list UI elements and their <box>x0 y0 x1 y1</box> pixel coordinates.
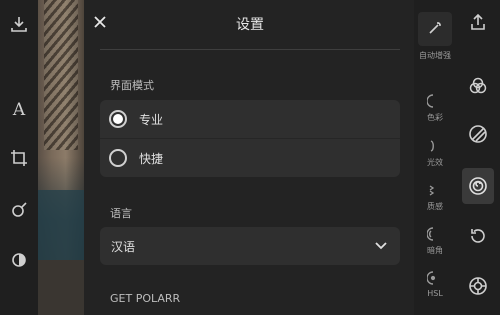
dialog-title: 设置 <box>236 17 264 33</box>
language-value: 汉语 <box>111 240 136 254</box>
photo-preview <box>38 0 84 315</box>
tool-color[interactable]: 色彩 <box>414 93 456 123</box>
get-polarr-heading: GET POLARR <box>110 292 181 305</box>
chevron-down-icon <box>375 242 387 250</box>
display-mode-group: 专业 快捷 <box>100 100 400 177</box>
header-divider <box>100 49 400 50</box>
tool-light[interactable]: 光效 <box>414 138 456 168</box>
display-mode-quick[interactable]: 快捷 <box>100 139 400 177</box>
close-icon <box>94 16 106 28</box>
language-select[interactable]: 汉语 <box>100 227 400 265</box>
adjust-icon[interactable] <box>468 124 488 144</box>
language-label: 语言 <box>110 207 132 220</box>
tool-label: 光效 <box>427 158 443 167</box>
local-adjust-icon[interactable] <box>468 176 488 196</box>
magic-wand-icon <box>429 22 441 34</box>
crop-icon[interactable] <box>9 148 29 168</box>
vignette-icon <box>427 227 434 241</box>
option-label: 快捷 <box>139 151 164 166</box>
display-mode-label: 界面模式 <box>110 79 154 92</box>
radio-selected-icon[interactable] <box>109 110 127 128</box>
tool-hsl[interactable]: HSL <box>414 270 456 298</box>
tool-label: HSL <box>427 289 443 298</box>
close-button[interactable] <box>90 14 110 34</box>
history-icon[interactable] <box>468 226 488 246</box>
tool-vignette[interactable]: 暗角 <box>414 226 456 256</box>
photo-road <box>38 260 84 315</box>
adjust-tools-column: 自动增强 色彩 光效 质感 暗角 HSL <box>414 0 456 315</box>
auto-enhance-button[interactable]: 自动增强 <box>414 12 456 72</box>
radio-unselected-icon[interactable] <box>109 149 127 167</box>
text-icon[interactable]: A <box>9 100 29 120</box>
download-icon[interactable] <box>9 14 29 34</box>
tool-label: 色彩 <box>427 113 443 122</box>
tool-label: 质感 <box>427 202 443 211</box>
photo-car <box>38 190 84 260</box>
hsl-icon <box>427 271 436 285</box>
auto-enhance-label: 自动增强 <box>419 51 451 60</box>
brush-icon[interactable] <box>9 200 29 220</box>
mask-icon[interactable] <box>9 250 29 270</box>
settings-icon[interactable] <box>468 276 488 296</box>
option-label: 专业 <box>139 112 164 127</box>
share-icon[interactable] <box>468 12 488 32</box>
display-mode-pro[interactable]: 专业 <box>100 100 400 138</box>
photo-tree <box>44 0 78 150</box>
tool-texture[interactable]: 质感 <box>414 182 456 212</box>
color-icon <box>427 94 434 108</box>
light-icon <box>430 140 434 152</box>
right-toolbar <box>456 0 500 315</box>
left-toolbar: A <box>0 0 38 315</box>
filters-icon[interactable] <box>468 76 488 96</box>
tool-label: 暗角 <box>427 246 443 255</box>
texture-icon <box>429 185 435 196</box>
